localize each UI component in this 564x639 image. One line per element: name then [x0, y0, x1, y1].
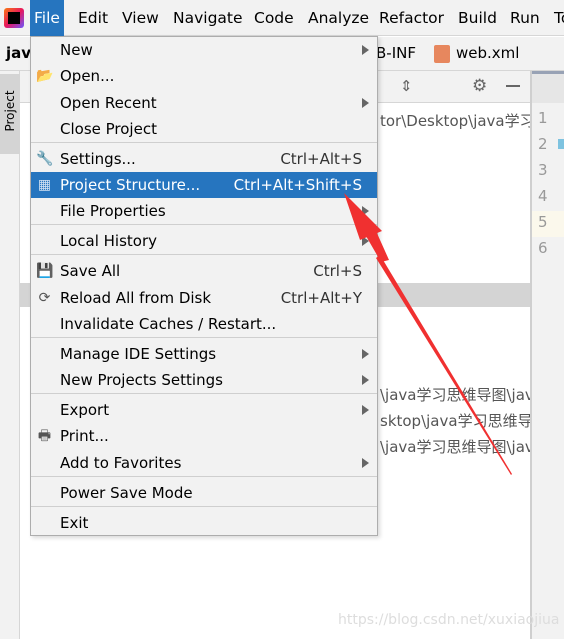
submenu-arrow-icon: [362, 98, 369, 108]
file-menu-dropdown: New 📂 Open... Open Recent Close Project 🔧 Sett…: [30, 36, 378, 536]
menu-item-add-to-favorites[interactable]: Add to Favorites: [31, 450, 377, 476]
change-marker: [558, 139, 564, 149]
wrench-icon: 🔧: [36, 151, 54, 167]
breadcrumb-folder[interactable]: B-INF: [376, 44, 416, 62]
menu-item-label: Export: [60, 401, 110, 419]
menu-item-new-projects-settings[interactable]: New Projects Settings: [31, 367, 377, 393]
menu-separator: [31, 254, 377, 255]
menu-item-new[interactable]: New: [31, 37, 377, 63]
menu-item-label: Manage IDE Settings: [60, 345, 217, 363]
menu-view[interactable]: View: [118, 0, 163, 36]
project-structure-icon: ▦: [37, 177, 52, 193]
menu-item-shortcut: Ctrl+S: [313, 262, 362, 280]
gear-icon[interactable]: ⚙: [472, 76, 487, 96]
minimize-icon[interactable]: [506, 85, 520, 87]
menu-separator: [31, 142, 377, 143]
submenu-arrow-icon: [362, 458, 369, 468]
intellij-logo-icon: [4, 8, 24, 28]
menu-item-label: Reload All from Disk: [60, 289, 212, 307]
left-tool-strip: [0, 71, 20, 639]
line-number: 6: [538, 239, 548, 257]
line-number: 2: [538, 135, 548, 153]
submenu-arrow-icon: [362, 349, 369, 359]
menu-item-exit[interactable]: Exit: [31, 510, 377, 536]
menu-item-label: New: [60, 41, 93, 59]
menu-item-shortcut: Ctrl+Alt+Y: [280, 289, 362, 307]
menu-item-print[interactable]: 🖶 Print...: [31, 423, 377, 449]
expand-all-icon[interactable]: ⇕: [400, 77, 413, 95]
menu-item-invalidate-caches-restart[interactable]: Invalidate Caches / Restart...: [31, 311, 377, 337]
reload-icon: ⟳: [38, 290, 51, 306]
submenu-arrow-icon: [362, 236, 369, 246]
breadcrumb-file[interactable]: web.xml: [456, 44, 519, 62]
menu-item-label: Open Recent: [60, 94, 157, 112]
menu-code[interactable]: Code: [250, 0, 298, 36]
line-number: 1: [538, 109, 548, 127]
menu-item-export[interactable]: Export: [31, 397, 377, 423]
project-tab-label: Project: [3, 90, 17, 132]
submenu-arrow-icon: [362, 405, 369, 415]
menu-item-manage-ide-settings[interactable]: Manage IDE Settings: [31, 341, 377, 367]
menu-file[interactable]: File: [30, 0, 64, 36]
menu-separator: [31, 393, 377, 394]
menu-item-save-all[interactable]: 💾 Save All Ctrl+S: [31, 258, 377, 284]
menu-item-close-project[interactable]: Close Project: [31, 116, 377, 142]
menu-item-settings[interactable]: 🔧 Settings... Ctrl+Alt+S: [31, 146, 377, 172]
menu-item-label: Print...: [60, 427, 109, 445]
menu-refactor[interactable]: Refactor: [375, 0, 448, 36]
menu-tools[interactable]: To: [550, 0, 564, 36]
submenu-arrow-icon: [362, 206, 369, 216]
menu-item-label: Save All: [60, 262, 121, 280]
menu-edit[interactable]: Edit: [74, 0, 112, 36]
watermark: https://blog.csdn.net/xuxiaojiua: [338, 612, 560, 628]
menu-item-project-structure[interactable]: ▦ Project Structure... Ctrl+Alt+Shift+S: [31, 172, 377, 198]
menu-build[interactable]: Build: [454, 0, 501, 36]
menu-item-label: New Projects Settings: [60, 371, 223, 389]
menu-separator: [31, 506, 377, 507]
line-number: 4: [538, 187, 548, 205]
menu-item-shortcut: Ctrl+Alt+Shift+S: [233, 176, 362, 194]
menu-navigate[interactable]: Navigate: [169, 0, 247, 36]
editor-tab[interactable]: [532, 71, 564, 103]
tree-path: sktop\java学习思维导图: [380, 412, 530, 430]
submenu-arrow-icon: [362, 45, 369, 55]
current-line-highlight: [532, 211, 564, 237]
menu-item-label: Local History: [60, 232, 158, 250]
tree-path: \java学习思维导图\java: [380, 386, 530, 404]
menu-item-label: File Properties: [60, 202, 166, 220]
menu-run[interactable]: Run: [506, 0, 544, 36]
line-number: 3: [538, 161, 548, 179]
menu-item-label: Add to Favorites: [60, 454, 182, 472]
menu-item-open[interactable]: 📂 Open...: [31, 63, 377, 89]
submenu-arrow-icon: [362, 375, 369, 385]
menu-item-file-properties[interactable]: File Properties: [31, 198, 377, 224]
tree-path: \java学习思维导图\java: [380, 438, 530, 456]
tree-path: tor\Desktop\java学习思: [380, 112, 530, 130]
folder-open-icon: 📂: [36, 68, 54, 84]
menu-separator: [31, 476, 377, 477]
menu-bar: File Edit View Navigate Code Analyze Ref…: [0, 0, 564, 36]
menu-item-open-recent[interactable]: Open Recent: [31, 90, 377, 116]
menu-item-label: Open...: [60, 67, 115, 85]
project-tool-tab[interactable]: Project: [0, 74, 20, 154]
menu-item-label: Exit: [60, 514, 89, 532]
xml-file-icon: [434, 45, 450, 63]
menu-separator: [31, 337, 377, 338]
menu-item-reload-all-from-disk[interactable]: ⟳ Reload All from Disk Ctrl+Alt+Y: [31, 285, 377, 311]
menu-item-local-history[interactable]: Local History: [31, 228, 377, 254]
editor-gutter: 1 2 3 4 5 6: [530, 71, 564, 639]
menu-item-label: Settings...: [60, 150, 136, 168]
menu-item-label: Invalidate Caches / Restart...: [60, 315, 277, 333]
menu-item-label: Project Structure...: [60, 176, 201, 194]
menu-item-label: Power Save Mode: [60, 484, 193, 502]
menu-item-shortcut: Ctrl+Alt+S: [280, 150, 362, 168]
menu-item-label: Close Project: [60, 120, 157, 138]
menu-analyze[interactable]: Analyze: [304, 0, 373, 36]
save-icon: 💾: [36, 263, 54, 279]
menu-item-power-save-mode[interactable]: Power Save Mode: [31, 480, 377, 506]
menu-separator: [31, 224, 377, 225]
line-number: 5: [538, 213, 548, 231]
printer-icon: 🖶: [37, 428, 52, 444]
breadcrumb-project[interactable]: jav: [6, 44, 31, 62]
